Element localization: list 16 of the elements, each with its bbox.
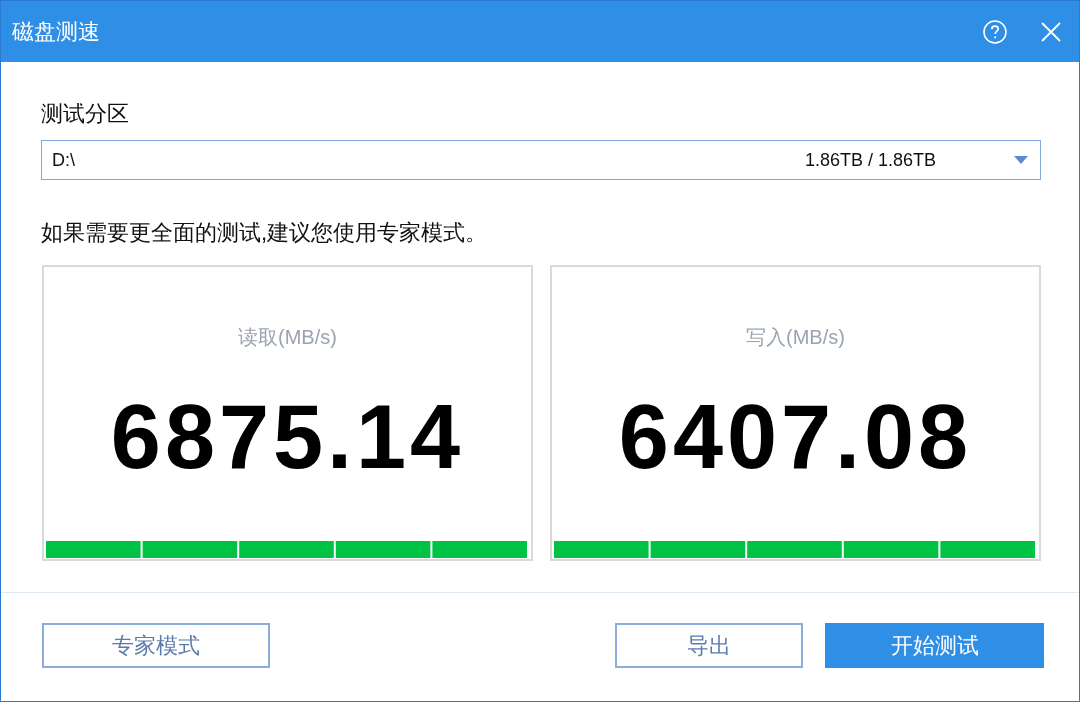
action-button[interactable]: 开始测试 [825,623,1044,668]
partition-label: 测试分区 [41,101,130,127]
close-icon[interactable] [1041,21,1061,42]
capacity-text: 1.86TB / 1.86TB [804,149,936,171]
window-title: 磁盘测速 [12,17,101,46]
partition-dropdown[interactable]: D:\ 1.86TB / 1.86TB [41,140,1041,180]
speed-value: 6407.08 [618,387,973,487]
action-button[interactable]: 专家模式 [42,623,270,668]
drive-value: D:\ [52,149,76,171]
speed-label: 读取(MB/s) [238,325,337,349]
action-button[interactable]: 导出 [615,623,803,668]
speed-value: 6875.14 [110,387,465,487]
help-icon[interactable] [983,19,1007,44]
caret-icon [1014,156,1028,164]
hint-text: 如果需要更全面的测试,建议您使用专家模式。 [41,219,489,247]
speed-label: 写入(MB/s) [746,325,845,349]
